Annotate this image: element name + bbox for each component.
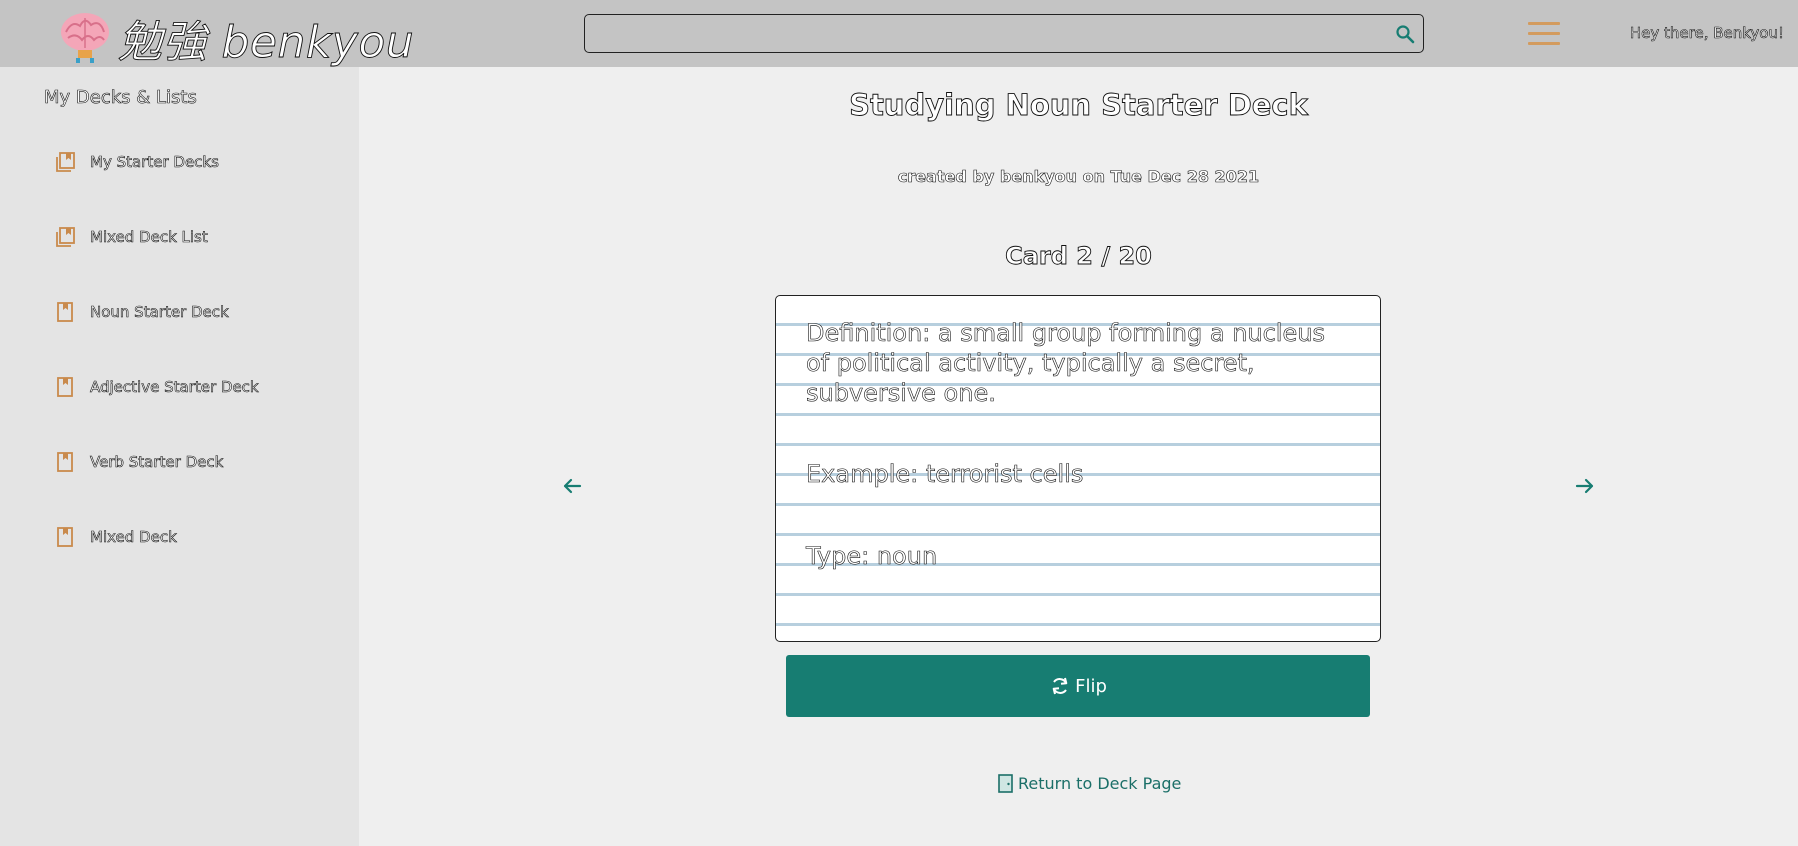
card-definition: Definition: a small group forming a nucl… (806, 319, 1326, 408)
app-logo[interactable]: 勉強 benkyou (58, 6, 414, 70)
search-icon[interactable] (1395, 24, 1415, 44)
flip-button-label: Flip (1075, 675, 1107, 697)
deck-icon (57, 377, 73, 397)
refresh-icon (1052, 677, 1068, 695)
sidebar-item-label: Noun Starter Deck (90, 303, 229, 322)
top-header: 勉強 benkyou Hey there, Benkyou! (0, 0, 1798, 70)
deck-list-icon (56, 227, 75, 247)
sidebar-item-label: Adjective Starter Deck (90, 378, 259, 397)
hamburger-menu-icon[interactable] (1528, 22, 1560, 46)
card-counter: Card 2 / 20 (1005, 242, 1153, 271)
sidebar-item-label: Mixed Deck (90, 528, 177, 547)
next-card-arrow-icon[interactable] (1573, 474, 1597, 498)
sidebar-item-mixed-deck-list[interactable]: Mixed Deck List (54, 222, 208, 252)
deck-icon (57, 452, 73, 472)
sidebar-item-adjective-starter-deck[interactable]: Adjective Starter Deck (54, 372, 259, 402)
deck-subtitle: created by benkyou on Tue Dec 28 2021 (897, 167, 1260, 187)
app-name: 勉強 benkyou (118, 17, 415, 69)
deck-icon (57, 527, 73, 547)
user-greeting[interactable]: Hey there, Benkyou! (1630, 24, 1785, 43)
sidebar-item-label: Mixed Deck List (90, 228, 208, 247)
deck-list-icon (56, 152, 75, 172)
sidebar-item-label: Verb Starter Deck (90, 453, 224, 472)
flip-button[interactable]: Flip (786, 655, 1370, 717)
sidebar-title: My Decks & Lists (44, 87, 197, 109)
sidebar-item-mixed-deck[interactable]: Mixed Deck (54, 522, 177, 552)
sidebar-item-verb-starter-deck[interactable]: Verb Starter Deck (54, 447, 224, 477)
page-title: Studying Noun Starter Deck (849, 88, 1309, 123)
door-icon (998, 774, 1013, 793)
flashcard[interactable]: Definition: a small group forming a nucl… (775, 295, 1381, 642)
return-link-label: Return to Deck Page (1018, 774, 1182, 793)
return-to-deck-link[interactable]: Return to Deck Page (997, 774, 1181, 793)
card-type: Type: noun (806, 542, 938, 571)
sidebar: My Decks & Lists My Starter Decks Mixed … (0, 67, 359, 846)
brain-icon (61, 13, 109, 63)
deck-icon (57, 302, 73, 322)
sidebar-item-my-starter-decks[interactable]: My Starter Decks (54, 147, 219, 177)
sidebar-item-noun-starter-deck[interactable]: Noun Starter Deck (54, 297, 229, 327)
card-example: Example: terrorist cells (806, 460, 1084, 489)
search-input[interactable] (595, 21, 1375, 45)
sidebar-item-label: My Starter Decks (90, 153, 220, 172)
previous-card-arrow-icon[interactable] (560, 474, 584, 498)
search-bar (584, 14, 1424, 53)
